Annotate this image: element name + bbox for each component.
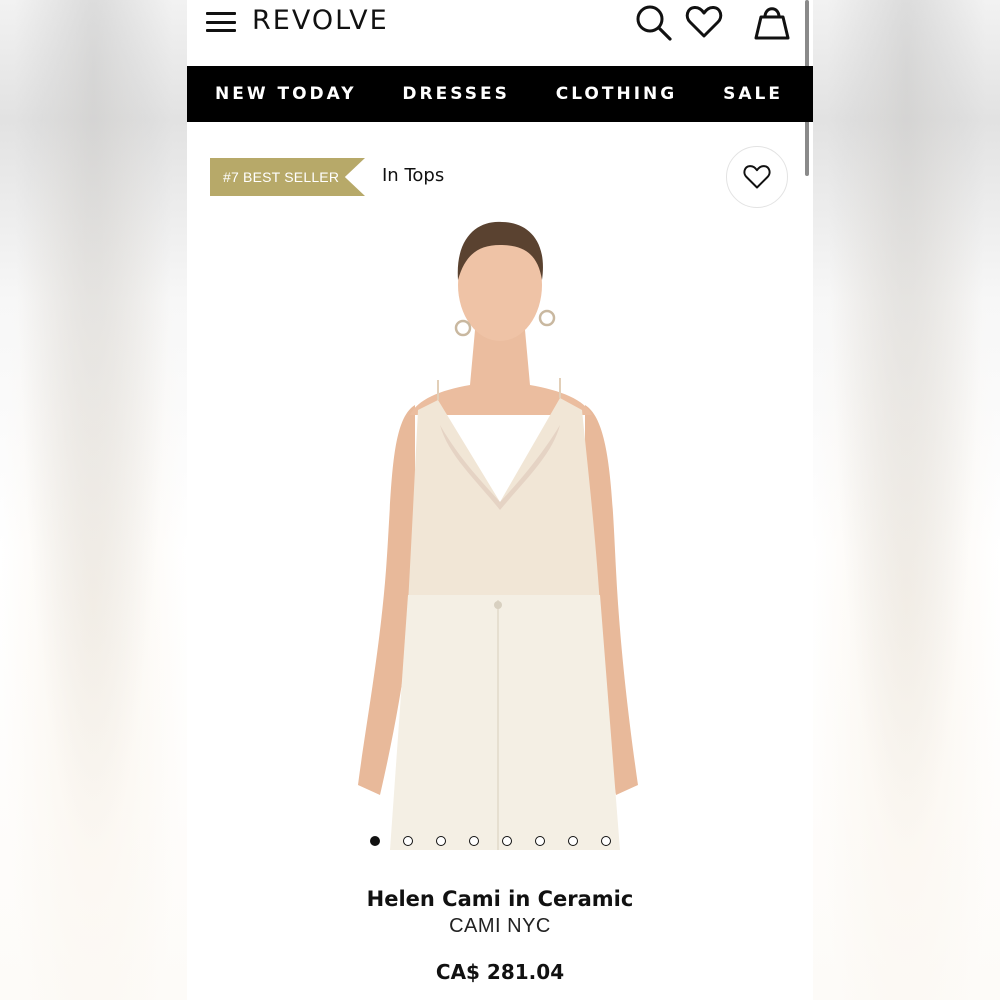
heart-outline-icon — [743, 165, 771, 189]
image-carousel-dots — [370, 836, 611, 846]
best-seller-category[interactable]: In Tops — [382, 165, 444, 186]
search-icon[interactable] — [633, 2, 673, 42]
heart-icon[interactable] — [684, 2, 724, 42]
product-price: CA$ 281.04 — [435, 960, 565, 984]
nav-item-clothing[interactable]: CLOTHING — [556, 84, 677, 104]
blurred-background-left — [0, 0, 187, 1000]
category-nav: NEW TODAY DRESSES CLOTHING SALE — [187, 66, 813, 122]
nav-item-dresses[interactable]: DRESSES — [402, 84, 509, 104]
nav-item-sale[interactable]: SALE — [723, 84, 783, 104]
add-to-wishlist-button[interactable] — [726, 146, 788, 208]
revolve-logo[interactable]: REVOLVE — [252, 5, 389, 36]
product-brand[interactable]: CAMI NYC — [187, 915, 813, 938]
carousel-dot-2[interactable] — [403, 836, 413, 846]
nav-item-new-today[interactable]: NEW TODAY — [215, 84, 357, 104]
carousel-dot-6[interactable] — [535, 836, 545, 846]
carousel-dot-5[interactable] — [502, 836, 512, 846]
carousel-dot-4[interactable] — [469, 836, 479, 846]
blurred-background-right — [813, 0, 1000, 1000]
carousel-dot-1[interactable] — [370, 836, 380, 846]
carousel-dot-7[interactable] — [568, 836, 578, 846]
product-title: Helen Cami in Ceramic — [366, 887, 634, 911]
hamburger-menu-icon[interactable] — [206, 12, 236, 32]
best-seller-badge: #7 BEST SELLER — [210, 158, 365, 196]
carousel-dot-8[interactable] — [601, 836, 611, 846]
product-image[interactable] — [320, 210, 680, 860]
carousel-dot-3[interactable] — [436, 836, 446, 846]
shopping-bag-icon[interactable] — [752, 2, 792, 42]
